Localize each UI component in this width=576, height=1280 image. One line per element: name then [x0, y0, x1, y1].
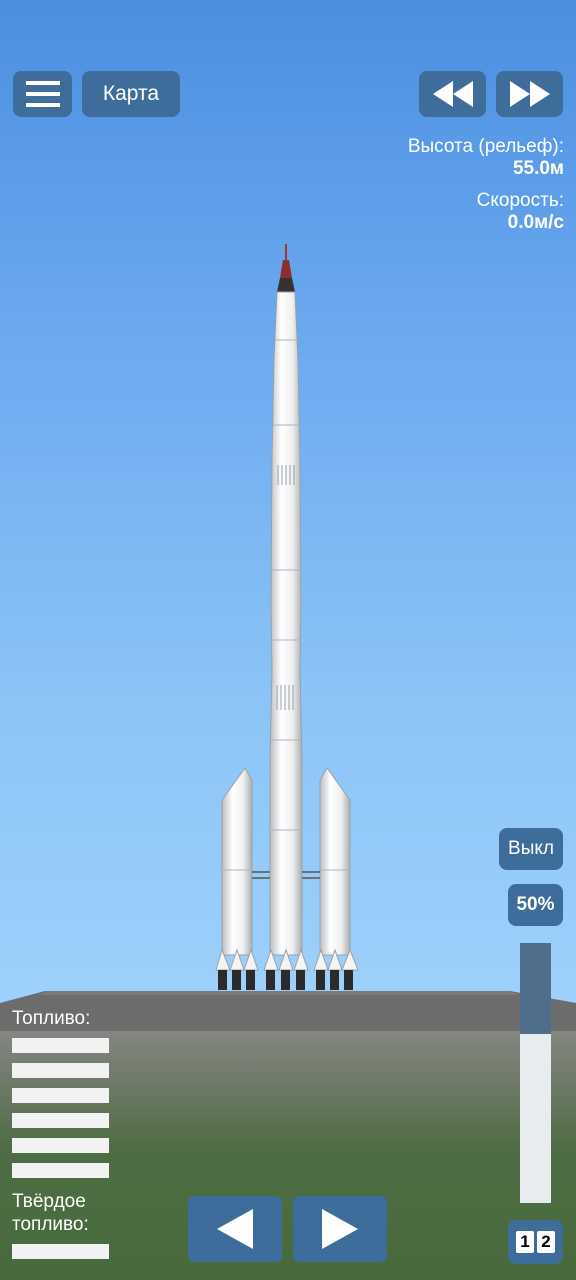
altitude-readout: Высота (рельеф): 55.0м	[408, 136, 564, 180]
engine-toggle-button[interactable]: Выкл	[499, 828, 563, 870]
hamburger-menu-icon	[25, 81, 60, 107]
fast-forward-button[interactable]	[496, 71, 563, 117]
liquid-fuel-bar	[12, 1113, 109, 1128]
timewarp-digit-1: 1	[516, 1231, 534, 1253]
arrow-left-icon	[217, 1209, 253, 1249]
velocity-readout: Скорость: 0.0м/с	[477, 190, 564, 234]
arrow-right-icon	[322, 1209, 358, 1249]
stage-left-button[interactable]	[188, 1196, 282, 1262]
timewarp-digit-2: 2	[537, 1231, 555, 1253]
liquid-fuel-bar	[12, 1063, 109, 1078]
map-button[interactable]: Карта	[82, 71, 180, 117]
liquid-fuel-bar	[12, 1088, 109, 1103]
rocket	[215, 244, 359, 990]
liquid-fuel-bar	[12, 1138, 109, 1153]
stage-right-button[interactable]	[293, 1196, 387, 1262]
timewarp-indicator[interactable]: 1 2	[508, 1220, 563, 1264]
rewind-button[interactable]	[419, 71, 486, 117]
fast-forward-icon	[509, 81, 550, 107]
throttle-slider-empty	[520, 943, 551, 1034]
solid-fuel-label: Твёрдое топливо:	[12, 1191, 89, 1235]
liquid-fuel-bar	[12, 1163, 109, 1178]
liquid-fuel-bar	[12, 1038, 109, 1053]
throttle-percent-badge: 50%	[508, 884, 563, 926]
map-button-label: Карта	[102, 82, 160, 105]
altitude-label: Высота (рельеф):	[407, 136, 564, 157]
velocity-value: 0.0м/с	[507, 212, 564, 233]
altitude-value: 55.0м	[512, 158, 564, 179]
velocity-label: Скорость:	[476, 190, 564, 211]
rewind-icon	[432, 81, 473, 107]
solid-fuel-bar	[12, 1244, 109, 1259]
throttle-percent-label: 50%	[516, 894, 555, 915]
engine-toggle-label: Выкл	[508, 838, 554, 859]
liquid-fuel-label: Топливо:	[12, 1008, 91, 1029]
throttle-slider[interactable]	[520, 943, 551, 1203]
menu-button[interactable]	[13, 71, 72, 117]
